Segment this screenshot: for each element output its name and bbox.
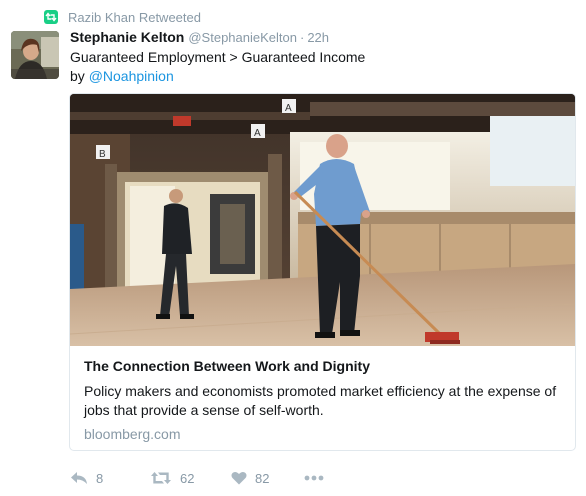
like-button[interactable]: 82 [231, 471, 304, 486]
avatar[interactable] [11, 31, 59, 79]
card-domain: bloomberg.com [84, 426, 181, 442]
retweet-context-text: Razib Khan Retweeted [68, 9, 201, 25]
svg-text:A: A [285, 103, 292, 114]
more-dots-icon [304, 475, 324, 481]
reply-button[interactable]: 8 [70, 471, 150, 486]
header-separator: · [299, 30, 305, 45]
retweet-icon [44, 10, 58, 24]
tweet-header: Stephanie Kelton @StephanieKelton · 22h [70, 28, 329, 47]
like-count: 82 [255, 470, 270, 486]
svg-text:B: B [99, 149, 106, 160]
tweet-actions: 8 62 82 [70, 468, 334, 488]
more-button[interactable] [304, 475, 334, 481]
tweet-text: Guaranteed Employment > Guaranteed Incom… [70, 48, 365, 86]
card-title[interactable]: The Connection Between Work and Dignity [84, 357, 564, 375]
retweet-icon [151, 472, 171, 484]
retweet-button[interactable]: 62 [150, 471, 231, 486]
tweet-text-line2: by @Noahpinion [70, 67, 365, 86]
card-image[interactable]: B A A [70, 94, 575, 346]
card-body: The Connection Between Work and Dignity … [84, 357, 564, 443]
card-description: Policy makers and economists promoted ma… [84, 383, 557, 418]
reply-icon [71, 472, 87, 484]
retweet-context[interactable]: Razib Khan Retweeted [44, 8, 201, 26]
reply-count: 8 [96, 470, 104, 486]
svg-text:A: A [254, 128, 261, 139]
link-card[interactable]: B A A The Connection Between Work and Di… [69, 93, 576, 451]
author-username[interactable]: @StephanieKelton [188, 30, 297, 45]
heart-icon [231, 471, 247, 485]
tweet-timestamp[interactable]: 22h [307, 30, 329, 45]
author-fullname[interactable]: Stephanie Kelton [70, 29, 184, 45]
tweet-text-line1: Guaranteed Employment > Guaranteed Incom… [70, 49, 366, 65]
tweet-text-prefix: by [70, 68, 89, 84]
mention-link[interactable]: @Noahpinion [89, 68, 174, 84]
retweet-count: 62 [180, 470, 195, 486]
